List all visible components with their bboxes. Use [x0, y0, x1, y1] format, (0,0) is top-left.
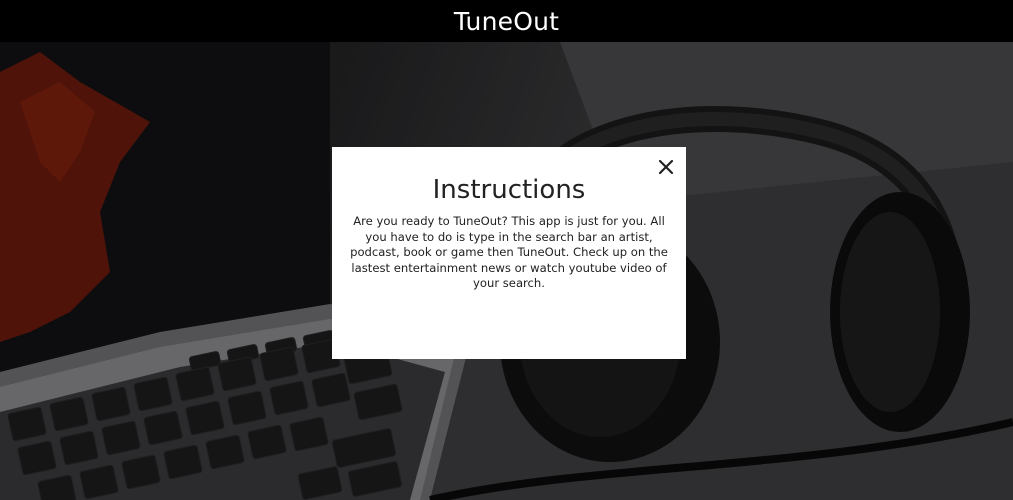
instructions-modal: Instructions Are you ready to TuneOut? T… — [332, 147, 686, 359]
modal-title: Instructions — [432, 175, 586, 205]
modal-body-text: Are you ready to TuneOut? This app is ju… — [350, 214, 668, 290]
app-title: TuneOut — [453, 6, 560, 36]
app-header: TuneOut — [0, 0, 1013, 42]
close-icon[interactable] — [658, 159, 674, 175]
